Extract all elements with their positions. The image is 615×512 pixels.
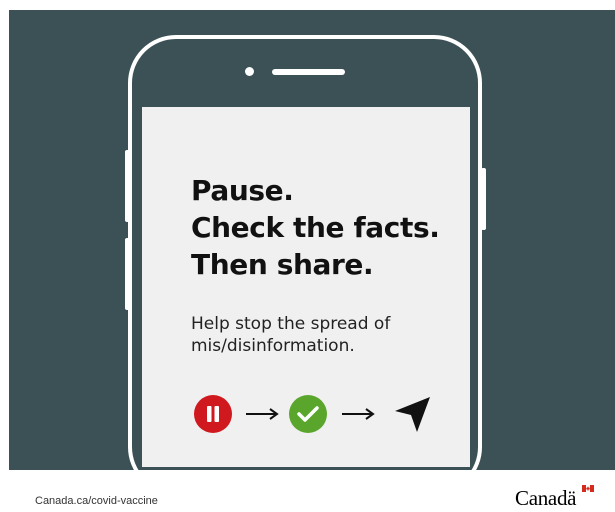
send-cursor-icon bbox=[395, 397, 430, 432]
wordmark-text: Canadä bbox=[515, 486, 577, 508]
phone-camera-icon bbox=[245, 67, 254, 76]
pause-icon bbox=[194, 395, 232, 433]
subtext-line-2: mis/disinformation. bbox=[191, 336, 355, 356]
canada-flag-icon bbox=[582, 485, 594, 492]
footer-url: Canada.ca/covid-vaccine bbox=[35, 495, 158, 507]
steps-row bbox=[194, 395, 430, 433]
subtext: Help stop the spread of mis/disinformati… bbox=[191, 313, 461, 357]
arrow-right-icon bbox=[246, 408, 279, 420]
phone-speaker-icon bbox=[272, 69, 345, 75]
headline: Pause. Check the facts. Then share. bbox=[191, 172, 440, 283]
headline-line-then-share: Then share. bbox=[191, 248, 374, 281]
footer: Canada.ca/covid-vaccine Canadä bbox=[9, 470, 615, 512]
canada-wordmark-logo: Canadä bbox=[515, 485, 594, 508]
arrow-right-icon bbox=[342, 408, 375, 420]
subtext-line-1: Help stop the spread of bbox=[191, 314, 391, 334]
check-icon bbox=[289, 395, 327, 433]
headline-line-check-facts: Check the facts. bbox=[191, 211, 440, 244]
headline-line-pause: Pause. bbox=[191, 174, 294, 207]
